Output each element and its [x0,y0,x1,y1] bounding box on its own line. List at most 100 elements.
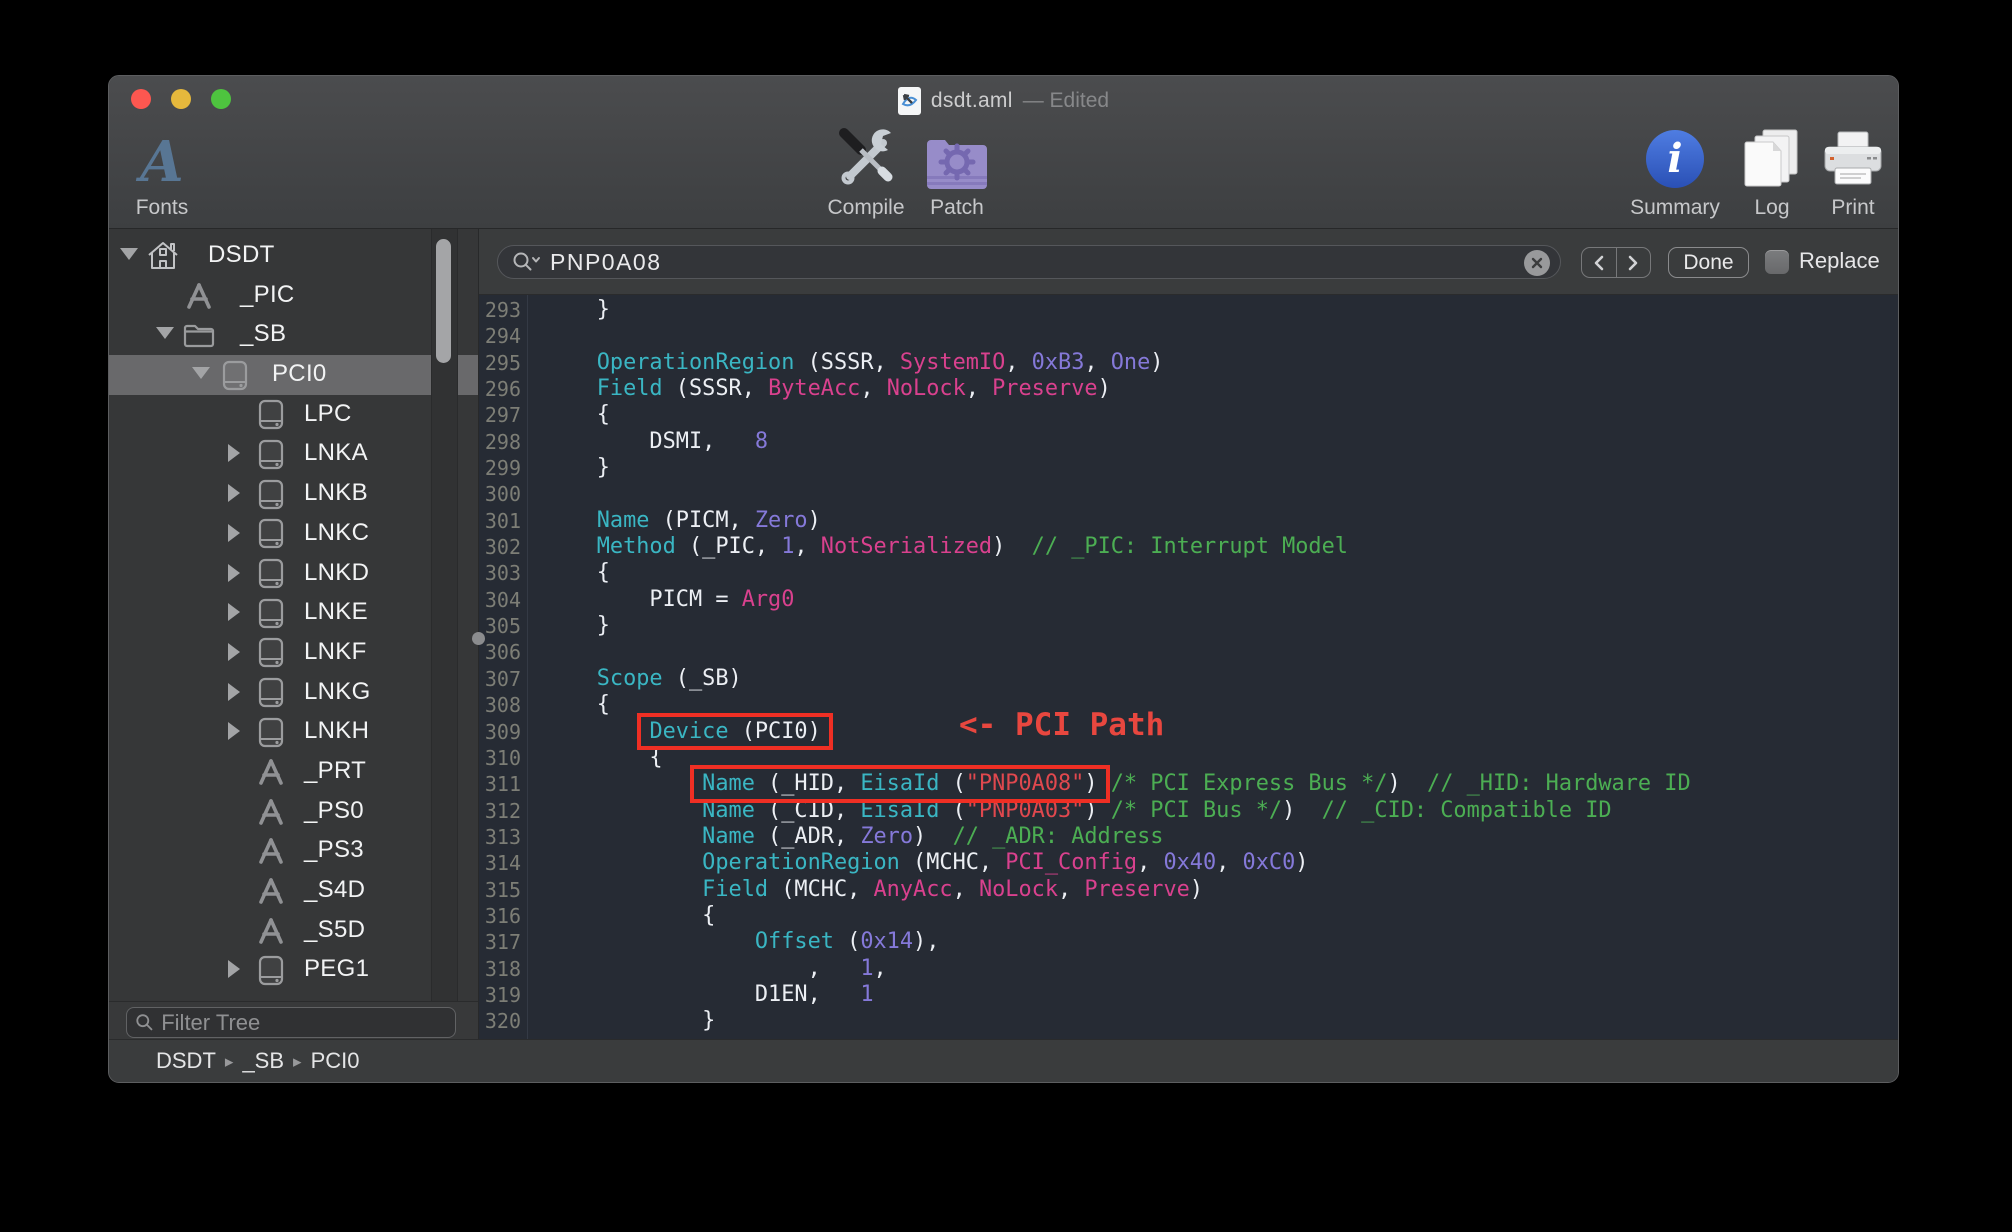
chevron-right-icon [1626,254,1640,272]
breadcrumb-item-pci0[interactable]: PCI0 [311,1048,360,1074]
done-button[interactable]: Done [1668,247,1749,278]
code-line[interactable]: Name (PICM, Zero) [544,508,1691,534]
code-line[interactable]: OperationRegion (SSSR, SystemIO, 0xB3, O… [544,350,1691,376]
search-input[interactable] [550,249,1480,276]
disclosure-right-icon[interactable] [228,643,240,661]
disclosure-down-icon[interactable] [156,327,174,339]
filter-tree-input[interactable] [161,1010,447,1036]
breadcrumb-item-_sb[interactable]: _SB [242,1048,284,1074]
tree-item-lnke[interactable]: LNKE [109,593,478,633]
code-editor[interactable]: 2932942952962972982993003013023033043053… [479,295,1899,1041]
device-icon [222,360,248,391]
code-line[interactable]: Field (SSSR, ByteAcc, NoLock, Preserve) [544,376,1691,402]
breadcrumb: DSDT▸_SB▸PCI0 [109,1039,1898,1082]
tree-item-lnkb[interactable]: LNKB [109,474,478,514]
pane-divider-handle[interactable] [472,632,485,645]
disclosure-right-icon[interactable] [228,524,240,542]
disclosure-down-icon[interactable] [192,367,210,379]
code-line[interactable]: { [544,560,1691,586]
code-line[interactable]: { [544,903,1691,929]
breadcrumb-item-dsdt[interactable]: DSDT [156,1048,216,1074]
tree-item-label: _S4D [304,876,365,904]
code-line[interactable]: Name (_ADR, Zero) // _ADR: Address [544,824,1691,850]
code-line[interactable]: { [544,402,1691,428]
tree-item-peg1[interactable]: PEG1 [109,950,478,990]
disclosure-right-icon[interactable] [228,603,240,621]
line-number: 306 [479,639,521,665]
code-line[interactable]: Offset (0x14), [544,929,1691,955]
code-line[interactable]: Field (MCHC, AnyAcc, NoLock, Preserve) [544,877,1691,903]
code-text[interactable]: } OperationRegion (SSSR, SystemIO, 0xB3,… [544,297,1691,1041]
code-line[interactable]: , 1, [544,956,1691,982]
find-previous-button[interactable] [1582,248,1617,277]
device-icon [258,677,284,708]
tree-item-lpc[interactable]: LPC [109,395,478,435]
code-line[interactable] [544,323,1691,349]
tree-item-label: _SB [240,320,286,348]
title-bar: dsdt.aml — Edited [109,85,1898,117]
tree-item-lnkf[interactable]: LNKF [109,633,478,673]
tree-item-_s4d[interactable]: _S4D [109,871,478,911]
tree-item-lnka[interactable]: LNKA [109,434,478,474]
code-line[interactable]: } [544,613,1691,639]
code-line[interactable]: } [544,297,1691,323]
disclosure-right-icon[interactable] [228,564,240,582]
code-line[interactable]: DSMI, 8 [544,429,1691,455]
tree-item-lnkg[interactable]: LNKG [109,673,478,713]
breadcrumb-separator-icon: ▸ [225,1050,234,1072]
sidebar-scrollbar-thumb[interactable] [436,239,451,363]
tree-item-label: DSDT [208,241,275,269]
tree-item-_sb[interactable]: _SB [109,315,478,355]
code-line[interactable]: OperationRegion (MCHC, PCI_Config, 0x40,… [544,850,1691,876]
tree-item-lnkc[interactable]: LNKC [109,514,478,554]
search-menu-icon[interactable] [512,251,542,273]
tree-item-_pic[interactable]: _PIC [109,276,478,316]
line-number: 314 [479,850,521,876]
tree-item-lnkd[interactable]: LNKD [109,554,478,594]
find-next-button[interactable] [1617,248,1651,277]
tree-item-_ps3[interactable]: _PS3 [109,831,478,871]
red-highlight-box [637,713,832,750]
search-icon [135,1012,154,1033]
line-number: 316 [479,903,521,929]
close-icon [1531,257,1543,269]
sidebar: DSDT_PIC_SBPCI0LPCLNKALNKBLNKCLNKDLNKELN… [109,229,478,1041]
code-line[interactable]: D1EN, 1 [544,982,1691,1008]
code-line[interactable]: Scope (_SB) [544,666,1691,692]
disclosure-right-icon[interactable] [228,722,240,740]
gutter-separator [527,295,528,1041]
tree-item-_ps0[interactable]: _PS0 [109,792,478,832]
toolbar-button-print[interactable]: Print [1783,124,1899,224]
code-line[interactable]: PICM = Arg0 [544,587,1691,613]
disclosure-down-icon[interactable] [120,248,138,260]
code-line[interactable] [544,481,1691,507]
code-line[interactable]: } [544,1008,1691,1034]
search-field[interactable] [497,245,1561,279]
clear-search-button[interactable] [1524,250,1550,276]
tree-item-_s5d[interactable]: _S5D [109,911,478,951]
device-icon [258,955,284,986]
toolbar-button-patch[interactable]: Patch [887,124,1027,224]
disclosure-right-icon[interactable] [228,683,240,701]
code-line[interactable]: } [544,455,1691,481]
replace-checkbox[interactable] [1765,250,1789,274]
disclosure-right-icon[interactable] [228,444,240,462]
disclosure-right-icon[interactable] [228,484,240,502]
acpi-tree: DSDT_PIC_SBPCI0LPCLNKALNKBLNKCLNKDLNKELN… [109,229,478,1001]
tree-item-_prt[interactable]: _PRT [109,752,478,792]
code-line[interactable]: Method (_PIC, 1, NotSerialized) // _PIC:… [544,534,1691,560]
disclosure-right-icon[interactable] [228,960,240,978]
line-number: 298 [479,429,521,455]
tree-item-dsdt[interactable]: DSDT [109,236,478,276]
filter-field[interactable] [126,1007,456,1038]
toolbar-button-fonts[interactable]: AFonts [108,124,232,224]
code-line[interactable] [544,639,1691,665]
tree-item-lnkh[interactable]: LNKH [109,712,478,752]
print-icon [1821,130,1885,190]
tree-item-label: LNKH [304,717,369,745]
method-icon [256,797,286,827]
tree-item-pci0[interactable]: PCI0 [109,355,478,395]
line-number: 297 [479,402,521,428]
device-icon [258,399,284,430]
line-number: 304 [479,587,521,613]
